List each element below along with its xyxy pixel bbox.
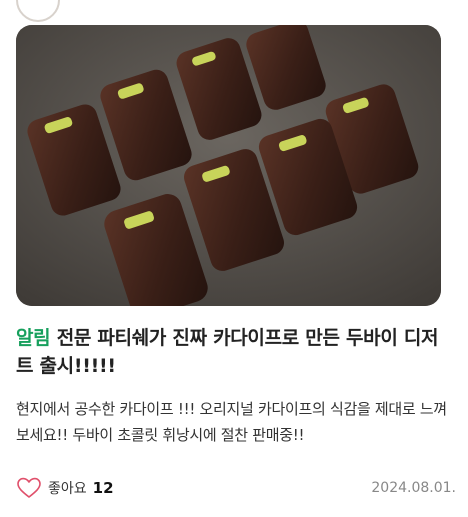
heart-outline-icon[interactable] <box>16 477 42 499</box>
post-photo[interactable] <box>16 25 441 306</box>
post-date: 2024.08.01. <box>371 480 456 496</box>
author-avatar[interactable] <box>16 0 60 22</box>
post-description: 현지에서 공수한 카다이프 !!! 오리지널 카다이프의 식감을 제대로 느껴보… <box>16 400 447 444</box>
post-title-text: 전문 파티쉐가 진짜 카다이프로 만든 두바이 디저트 출시!!!!! <box>16 327 439 377</box>
post-tag: 알림 <box>16 327 51 349</box>
post-footer: 좋아요 12 2024.08.01. <box>16 476 456 500</box>
like-label: 좋아요 <box>48 481 87 497</box>
like-button[interactable]: 좋아요 12 <box>16 477 114 499</box>
post-title[interactable]: 알림 전문 파티쉐가 진짜 카다이프로 만든 두바이 디저트 출시!!!!! <box>16 324 452 380</box>
like-count: 12 <box>92 479 114 497</box>
